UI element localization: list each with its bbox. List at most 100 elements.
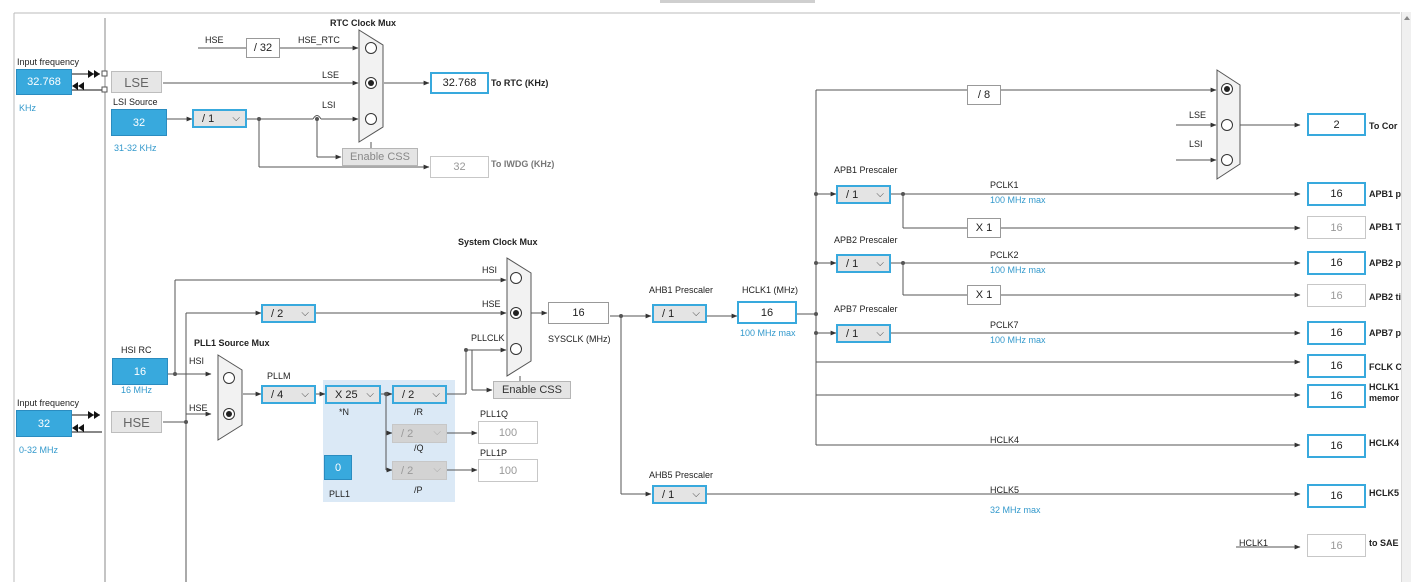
hclk1-max: 100 MHz max [740,328,796,338]
chevron-down-icon: ⌵ [692,489,700,500]
enable-css-rtc-button[interactable]: Enable CSS [342,148,418,166]
iwdg-output-label: To IWDG (KHz) [491,159,555,169]
hse-rtc-divider[interactable]: / 32 [246,38,280,58]
cortex-timer-value[interactable]: 2 [1307,113,1366,136]
apb2-timer-label: APB2 ti [1369,292,1402,302]
sysclk-hsi-radio[interactable] [510,272,522,284]
scroll-up-arrow-icon[interactable] [1404,16,1410,20]
lsi-divider-value: / 1 [202,112,215,125]
pll-src-mux-title: PLL1 Source Mux [194,338,270,348]
pclk1-max: 100 MHz max [990,195,1046,205]
hclk5-label: HCLK5 [1369,488,1400,498]
chevron-down-icon: ⌵ [692,308,700,319]
systick-mux-lse-radio[interactable] [1221,119,1233,131]
hclk5-line-label: HCLK5 [990,485,1020,495]
sae-value: 16 [1307,534,1366,557]
apb1-prescaler-label: APB1 Prescaler [834,165,898,175]
hclk1-sae-line-label: HCLK1 [1239,538,1269,548]
sysclk-pllclk-label: PLLCLK [471,333,505,343]
rtc-output-value[interactable]: 32.768 [430,72,489,94]
pll1-label: PLL1 [329,489,351,499]
chevron-down-icon: ⌵ [876,189,884,200]
apb1-prescaler-value: / 1 [846,188,859,201]
pllm-select[interactable]: / 4 ⌵ [261,385,316,404]
sysclk-value[interactable]: 16 [548,302,609,324]
apb7-prescaler-value: / 1 [846,327,859,340]
pllq-select: / 2 ⌵ [392,424,447,443]
enable-css-sysclk-button[interactable]: Enable CSS [493,381,571,399]
lse-input-freq-label: Input frequency [17,57,80,67]
iwdg-output-value: 32 [430,156,489,178]
sysclk-hse-label: HSE [482,299,501,309]
rtc-mux-hse-radio[interactable] [365,42,377,54]
rtc-mux-lse-label: LSE [322,70,340,80]
vertical-scrollbar[interactable] [1401,12,1411,582]
pll-src-hsi-radio[interactable] [223,372,235,384]
chevron-down-icon: ⌵ [876,328,884,339]
ahb5-prescaler-select[interactable]: / 1 ⌵ [652,485,707,504]
lsi-divider-select[interactable]: / 1 ⌵ [192,109,247,128]
fclk-label: FCLK C [1369,362,1402,372]
pclk7-label: PCLK7 [990,320,1019,330]
apb7-periph-value[interactable]: 16 [1307,321,1366,345]
pll1q-label: PLL1Q [480,409,509,419]
chevron-down-icon: ⌵ [366,389,374,400]
hse-sysclk-divider-value: / 2 [271,307,284,320]
pll1-frac-input[interactable]: 0 [324,455,352,480]
apb1-timer-value: 16 [1307,216,1366,239]
apb7-periph-label: APB7 p [1369,328,1402,338]
apb1-periph-label: APB1 p [1369,189,1402,199]
apb2-periph-value[interactable]: 16 [1307,251,1366,275]
apb2-timer-mult: X 1 [967,285,1001,305]
pclk2-label: PCLK2 [990,250,1019,260]
lse-freq-unit: KHz [19,103,37,113]
ahb1-prescaler-select[interactable]: / 1 ⌵ [652,304,707,323]
apb7-prescaler-select[interactable]: / 1 ⌵ [836,324,891,343]
hclk4-line-label: HCLK4 [990,435,1020,445]
pllq-label: /Q [414,443,424,453]
pll1p-value: 100 [478,459,538,482]
systick-mux-lsi-radio[interactable] [1221,154,1233,166]
pll-src-mux-shape [217,354,243,441]
apb1-prescaler-select[interactable]: / 1 ⌵ [836,185,891,204]
apb2-periph-label: APB2 p [1369,258,1402,268]
chevron-down-icon: ⌵ [876,258,884,269]
chevron-down-icon: ⌵ [232,113,240,124]
hclk4-value[interactable]: 16 [1307,434,1366,458]
chevron-down-icon: ⌵ [433,427,441,438]
plln-select[interactable]: X 25 ⌵ [325,385,381,404]
apb2-prescaler-value: / 1 [846,257,859,270]
hclk1-memory-value[interactable]: 16 [1307,384,1366,408]
hclk1-value[interactable]: 16 [737,301,797,324]
rtc-mux-lsi-radio[interactable] [365,113,377,125]
pllr-select[interactable]: / 2 ⌵ [392,385,447,404]
sysclk-hse-radio[interactable] [510,307,522,319]
systick-mux-hclk-radio[interactable] [1221,83,1233,95]
hclk4-label: HCLK4 [1369,438,1400,448]
sysclk-hsi-label: HSI [482,265,498,275]
systick-lse-label: LSE [1189,110,1207,120]
hse-sysclk-divider-select[interactable]: / 2 ⌵ [261,304,316,323]
clock-tree-canvas: RTC Clock Mux Input frequency 32.768 KHz… [0,0,1411,582]
pclk7-max: 100 MHz max [990,335,1046,345]
pllr-value: / 2 [402,388,415,401]
chevron-down-icon: ⌵ [432,389,440,400]
pll-src-hse-radio[interactable] [223,408,235,420]
hse-freq-input[interactable]: 32 [16,410,72,437]
hse-rtc-label: HSE_RTC [298,35,340,45]
apb1-periph-value[interactable]: 16 [1307,182,1366,206]
rtc-mux-lse-radio[interactable] [365,77,377,89]
hse-freq-range: 0-32 MHz [19,445,59,455]
apb2-prescaler-select[interactable]: / 1 ⌵ [836,254,891,273]
hclk5-value[interactable]: 16 [1307,484,1366,508]
hsi-rc-label: HSI RC [121,345,152,355]
lsi-value[interactable]: 32 [111,109,167,136]
sysclk-pllclk-radio[interactable] [510,343,522,355]
lse-freq-input[interactable]: 32.768 [16,69,72,95]
hse-source-box: HSE [111,411,162,433]
hclk1-memory-label-2: memor [1369,393,1400,403]
fclk-value[interactable]: 16 [1307,354,1366,378]
lsi-range: 31-32 KHz [114,143,157,153]
hsi-value[interactable]: 16 [112,358,168,385]
hclk5-max: 32 MHz max [990,505,1041,515]
